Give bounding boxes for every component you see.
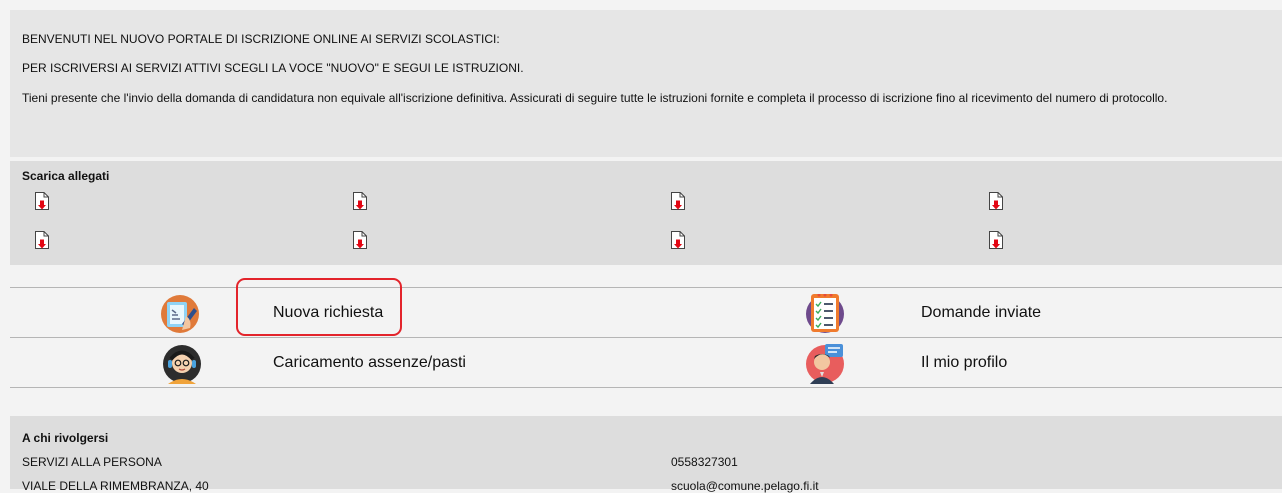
contacts-address: VIALE DELLA RIMEMBRANZA, 40 [22, 479, 209, 493]
new-request-button[interactable]: Nuova richiesta [160, 288, 420, 337]
attachment-download-1[interactable] [34, 191, 50, 211]
pdf-download-icon [671, 192, 685, 210]
new-request-icon [161, 295, 199, 333]
absences-meals-label: Caricamento assenze/pasti [273, 354, 466, 371]
attachment-download-4[interactable] [988, 191, 1004, 211]
attachment-download-2[interactable] [352, 191, 368, 211]
absences-meals-button[interactable]: Caricamento assenze/pasti [160, 338, 480, 387]
attachment-download-7[interactable] [670, 230, 686, 250]
sent-applications-button[interactable]: Domande inviate [805, 288, 1065, 337]
contacts-office: SERVIZI ALLA PERSONA [22, 455, 162, 469]
my-profile-button[interactable]: Il mio profilo [805, 338, 1065, 387]
sent-applications-label: Domande inviate [921, 304, 1042, 321]
contacts-phone: 0558327301 [671, 455, 738, 469]
services-menu: Nuova richiesta Domande inviate Caricame… [10, 287, 1282, 388]
menu-row-1: Nuova richiesta Domande inviate [10, 287, 1282, 337]
welcome-instructions: PER ISCRIVERSI AI SERVIZI ATTIVI SCEGLI … [22, 61, 524, 75]
contacts-section: A chi rivolgersi SERVIZI ALLA PERSONA VI… [10, 416, 1282, 493]
pdf-download-icon [353, 192, 367, 210]
pdf-download-icon [35, 231, 49, 249]
welcome-heading: BENVENUTI NEL NUOVO PORTALE DI ISCRIZION… [22, 32, 500, 46]
my-profile-label: Il mio profilo [921, 354, 1008, 371]
pdf-download-icon [35, 192, 49, 210]
profile-icon [806, 344, 844, 384]
welcome-notice: Tieni presente che l'invio della domanda… [22, 91, 1168, 105]
attachment-download-5[interactable] [34, 230, 50, 250]
attachments-section: Scarica allegati [10, 161, 1282, 265]
welcome-panel: BENVENUTI NEL NUOVO PORTALE DI ISCRIZION… [10, 10, 1282, 157]
attachment-download-8[interactable] [988, 230, 1004, 250]
contacts-title: A chi rivolgersi [22, 431, 109, 445]
attachment-download-3[interactable] [670, 191, 686, 211]
menu-row-2: Caricamento assenze/pasti Il mio profilo [10, 337, 1282, 388]
pdf-download-icon [989, 231, 1003, 249]
pdf-download-icon [671, 231, 685, 249]
pdf-download-icon [353, 231, 367, 249]
new-request-label: Nuova richiesta [273, 304, 384, 321]
pdf-download-icon [989, 192, 1003, 210]
contacts-email[interactable]: scuola@comune.pelago.fi.it [671, 479, 819, 493]
operator-icon [163, 345, 201, 384]
attachment-download-6[interactable] [352, 230, 368, 250]
attachments-title: Scarica allegati [22, 169, 110, 183]
checklist-icon [806, 294, 844, 333]
